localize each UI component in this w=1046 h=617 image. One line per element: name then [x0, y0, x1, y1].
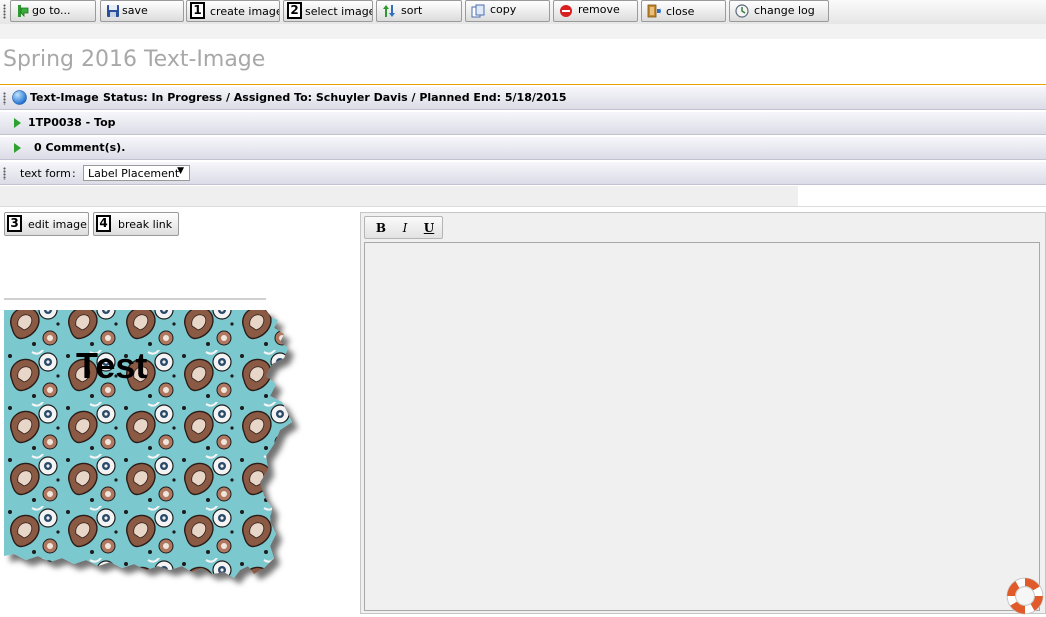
comments-section-bar[interactable]: 0 Comment(s). — [0, 137, 1046, 160]
change-log-label: change log — [754, 4, 815, 17]
break-link-button[interactable]: 4 break link — [93, 212, 179, 236]
rich-text-editor: B I U — [360, 212, 1046, 614]
edit-image-label: edit image — [28, 218, 87, 231]
step-number-badge: 1 — [190, 2, 205, 19]
italic-button[interactable]: I — [396, 221, 414, 235]
go-to-arrow-icon — [18, 5, 29, 17]
floppy-disk-icon — [107, 5, 119, 17]
item-section-label: 1TP0038 - Top — [28, 116, 116, 129]
title-divider — [0, 84, 1046, 85]
step-number-badge: 4 — [96, 215, 111, 232]
record-type-label: Text-Image — [30, 91, 99, 104]
globe-icon — [12, 90, 27, 105]
step-number-badge: 3 — [7, 215, 22, 232]
text-form-colon: : — [72, 167, 76, 180]
select-image-button[interactable]: 2 select image — [283, 0, 373, 22]
remove-icon — [560, 5, 572, 17]
copy-icon — [471, 4, 485, 18]
sort-label: sort — [401, 4, 423, 17]
remove-button[interactable]: remove — [553, 0, 638, 22]
go-to-label: go to... — [32, 4, 71, 17]
format-toolbar: B I U — [364, 216, 443, 239]
create-image-button[interactable]: 1 create image — [186, 0, 280, 22]
clock-icon — [735, 4, 749, 18]
linked-image[interactable]: Test — [4, 298, 302, 588]
break-link-label: break link — [118, 218, 173, 231]
sort-button[interactable]: sort — [376, 0, 462, 22]
status-header-bar: Text-Image Status: In Progress / Assigne… — [0, 87, 1046, 110]
copy-label: copy — [490, 3, 517, 16]
close-button[interactable]: close — [641, 0, 726, 22]
form-bar-grip[interactable] — [3, 167, 6, 180]
status-bar-grip[interactable] — [3, 92, 6, 105]
chevron-down-icon[interactable]: ▼ — [177, 166, 184, 176]
main-toolbar: go to... save 1 create image 2 select im… — [0, 0, 1046, 25]
page-title: Spring 2016 Text-Image — [3, 47, 266, 72]
help-lifebuoy-icon[interactable] — [1004, 575, 1046, 617]
sort-arrows-icon — [383, 5, 395, 17]
text-form-select-value: Label Placement — [88, 167, 180, 180]
edit-image-button[interactable]: 3 edit image — [4, 212, 89, 236]
expand-arrow-icon[interactable] — [14, 143, 21, 153]
text-form-bar: text form : Label Placement ▼ — [0, 162, 1046, 185]
remove-label: remove — [578, 3, 620, 16]
form-spacer — [0, 186, 798, 206]
select-image-label: select image — [305, 5, 373, 18]
image-overlay-text: Test — [76, 345, 147, 386]
content-divider — [0, 206, 1046, 207]
save-label: save — [122, 4, 148, 17]
toolbar-grip[interactable] — [3, 4, 6, 19]
toolbar-spacer — [0, 24, 1046, 39]
change-log-button[interactable]: change log — [729, 0, 829, 22]
text-form-select[interactable]: Label Placement ▼ — [83, 165, 190, 181]
bold-button[interactable]: B — [372, 221, 390, 235]
text-form-label: text form — [20, 167, 71, 180]
expand-arrow-icon[interactable] — [14, 118, 21, 128]
copy-button[interactable]: copy — [465, 0, 550, 22]
save-button[interactable]: save — [100, 0, 184, 22]
close-door-icon — [647, 4, 661, 18]
item-section-bar[interactable]: 1TP0038 - Top — [0, 112, 1046, 135]
create-image-label: create image — [210, 5, 280, 18]
paisley-fabric-image: Test — [4, 298, 292, 578]
underline-button[interactable]: U — [420, 221, 438, 235]
text-edit-area[interactable] — [364, 242, 1040, 611]
go-to-button[interactable]: go to... — [10, 0, 96, 22]
close-label: close — [666, 5, 695, 18]
comments-section-label: 0 Comment(s). — [34, 141, 126, 154]
status-line: Status: In Progress / Assigned To: Schuy… — [103, 91, 567, 104]
step-number-badge: 2 — [287, 2, 302, 19]
